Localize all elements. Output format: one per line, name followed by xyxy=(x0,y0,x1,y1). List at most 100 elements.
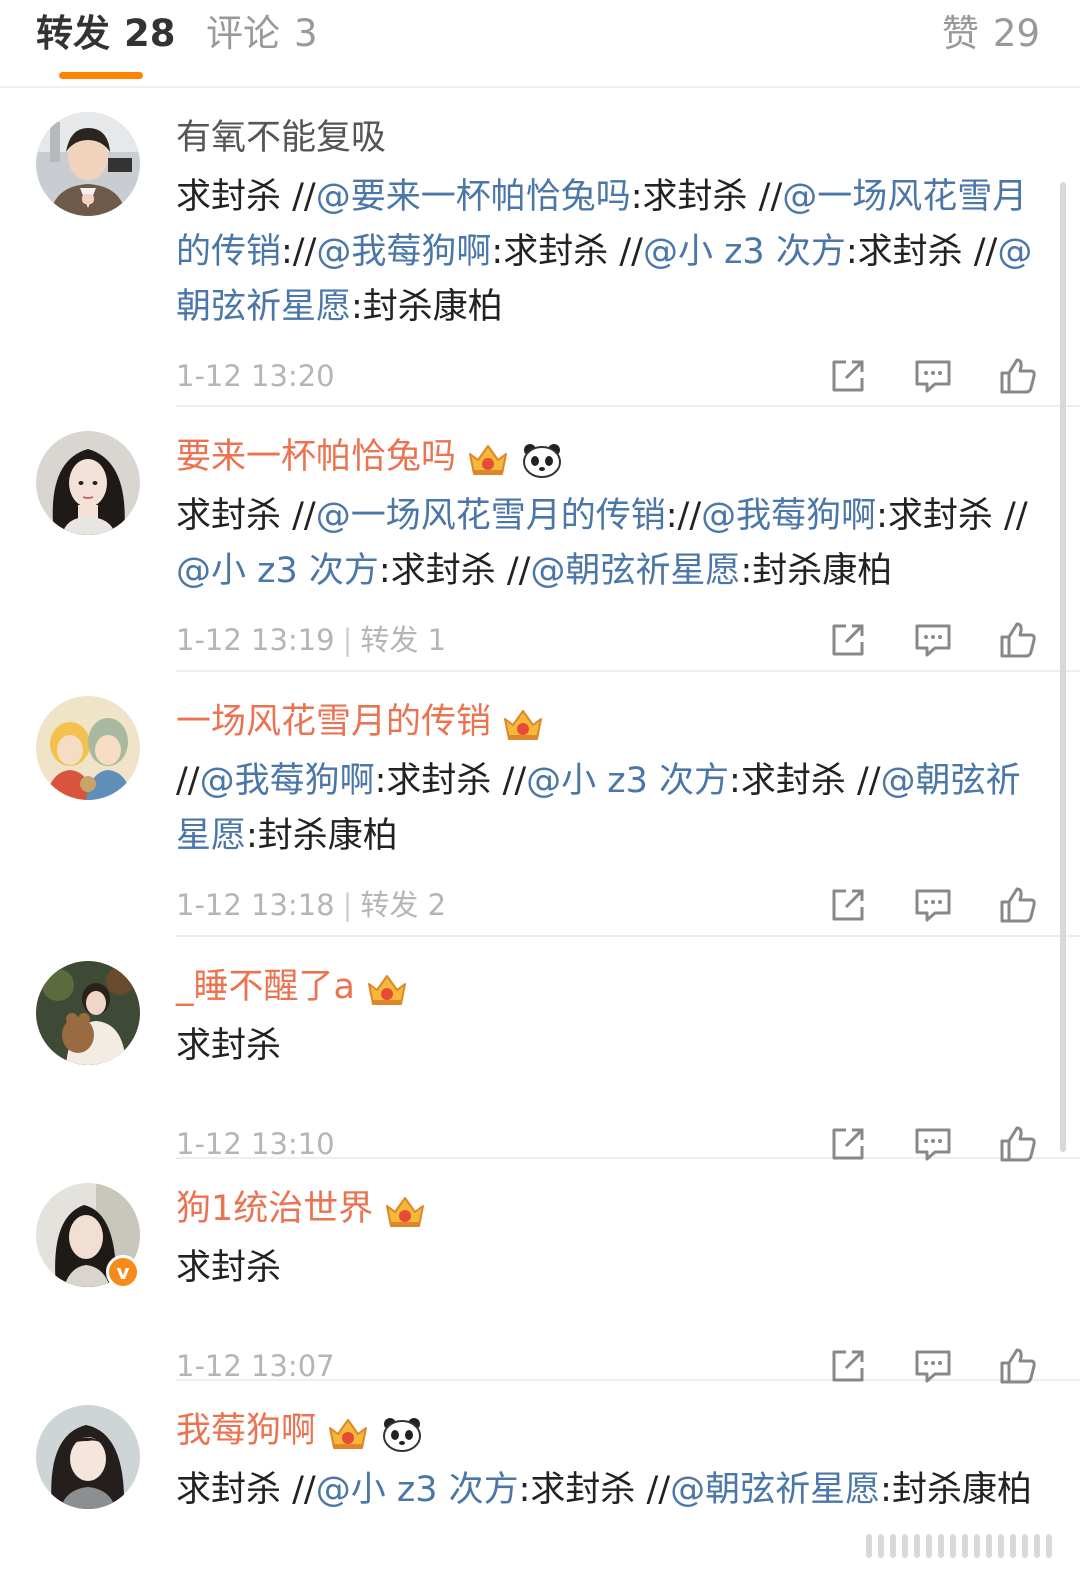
repost-text: :求封杀 // xyxy=(378,551,531,591)
user-name[interactable]: 我莓狗啊 xyxy=(176,1403,316,1459)
user-mention-link[interactable]: @一场风花雪月的传销 xyxy=(316,496,666,536)
like-icon[interactable] xyxy=(998,1124,1038,1164)
user-mention-link[interactable]: @我莓狗啊 xyxy=(200,761,375,801)
repost-text: :求封杀 // xyxy=(491,232,643,272)
name-row: 一场风花雪月的传销 xyxy=(176,694,1050,750)
repost-text: 求封杀 // xyxy=(176,1470,316,1510)
like-icon[interactable] xyxy=(998,620,1038,660)
comment-icon[interactable] xyxy=(913,1124,953,1164)
crown-badge-icon xyxy=(466,439,510,475)
repost-text: :封杀康柏 xyxy=(740,551,893,591)
share-icon[interactable] xyxy=(828,356,868,396)
user-mention-link[interactable]: @要来一杯帕恰兔吗 xyxy=(316,177,631,217)
repost-list[interactable]: 有氧不能复吸 求封杀 //@要来一杯帕恰兔吗:求封杀 //@一场风花雪月的传销:… xyxy=(0,88,1080,1576)
name-row: 要来一杯帕恰兔吗 xyxy=(176,429,1050,485)
active-tab-indicator xyxy=(59,72,143,79)
tab-like[interactable]: 赞 29 xyxy=(942,10,1040,58)
scrollbar[interactable] xyxy=(1060,182,1066,1152)
user-mention-link[interactable]: @朝弦祈星愿 xyxy=(530,551,740,591)
comment-icon[interactable] xyxy=(913,885,953,925)
crown-badge-icon xyxy=(365,969,409,1005)
repost-text: 求封杀 xyxy=(176,1026,282,1066)
repost-content: 求封杀 xyxy=(176,1019,1050,1074)
timestamp: 1-12 13:10 xyxy=(176,1127,335,1161)
tab-comment-label: 评论 xyxy=(206,12,280,55)
avatar[interactable] xyxy=(36,696,140,800)
comment-icon[interactable] xyxy=(913,356,953,396)
repost-text: :求封杀 // xyxy=(876,496,1028,536)
forward-count[interactable]: 转发 1 xyxy=(360,623,446,657)
repost-text: :求封杀 // xyxy=(374,761,527,801)
crown-badge-icon xyxy=(383,1191,427,1227)
forward-count[interactable]: 转发 2 xyxy=(360,888,446,922)
user-mention-link[interactable]: @我莓狗啊 xyxy=(701,496,876,536)
repost-text: 求封杀 xyxy=(176,1248,282,1288)
repost-content: 求封杀 xyxy=(176,1241,1050,1296)
meta-row: 1-12 13:19 | 转发 1 xyxy=(176,611,1050,669)
verified-badge-icon: v xyxy=(106,1255,140,1289)
timestamp: 1-12 13:07 xyxy=(176,1349,335,1383)
tab-forward-count: 28 xyxy=(124,12,176,55)
user-name[interactable]: _睡不醒了a xyxy=(176,959,355,1015)
user-mention-link[interactable]: @小 z3 次方 xyxy=(316,1470,519,1510)
name-row: 我莓狗啊 xyxy=(176,1403,1050,1459)
tab-comment[interactable]: 评论 3 xyxy=(206,10,318,58)
avatar[interactable] xyxy=(36,431,140,535)
name-row: 有氧不能复吸 xyxy=(176,110,1050,166)
repost-text: :封杀康柏 xyxy=(246,816,398,856)
tab-bar: 转发 28 评论 3 赞 29 xyxy=(0,0,1080,88)
repost-text: :封杀康柏 xyxy=(351,287,503,327)
user-name[interactable]: 一场风花雪月的传销 xyxy=(176,694,491,750)
tab-forward[interactable]: 转发 28 xyxy=(36,10,176,58)
like-icon[interactable] xyxy=(998,885,1038,925)
repost-content: 求封杀 //@一场风花雪月的传销://@我莓狗啊:求封杀 //@小 z3 次方:… xyxy=(176,489,1050,599)
user-mention-link[interactable]: @朝弦祈星愿 xyxy=(670,1470,880,1510)
avatar[interactable] xyxy=(36,112,140,216)
repost-text: // xyxy=(176,761,200,801)
crown-badge-icon xyxy=(501,704,545,740)
repost-text: :求封杀 // xyxy=(729,761,881,801)
like-icon[interactable] xyxy=(998,1346,1038,1386)
repost-text: :求封杀 // xyxy=(630,177,783,217)
user-mention-link[interactable]: @小 z3 次方 xyxy=(643,232,846,272)
action-bar xyxy=(783,347,1038,405)
panda-badge-icon xyxy=(520,439,564,478)
user-mention-link[interactable]: @小 z3 次方 xyxy=(176,551,379,591)
user-mention-link[interactable]: @小 z3 次方 xyxy=(526,761,729,801)
share-icon[interactable] xyxy=(828,885,868,925)
action-bar xyxy=(783,876,1038,934)
comment-icon[interactable] xyxy=(913,1346,953,1386)
panda-badge-icon xyxy=(380,1413,424,1452)
name-row: 狗1统治世界 xyxy=(176,1181,1050,1237)
meta-row: 1-12 13:18 | 转发 2 xyxy=(176,876,1050,934)
user-name[interactable]: 要来一杯帕恰兔吗 xyxy=(176,429,456,485)
repost-text: 求封杀 // xyxy=(176,177,316,217)
timestamp: 1-12 13:20 xyxy=(176,359,335,393)
repost-text: :求封杀 // xyxy=(845,232,998,272)
user-mention-link[interactable]: @我莓狗啊 xyxy=(316,232,491,272)
repost-text: 求封杀 // xyxy=(176,496,316,536)
meta-separator: | xyxy=(342,888,353,922)
avatar[interactable] xyxy=(36,1405,140,1509)
comment-icon[interactable] xyxy=(913,620,953,660)
list-item: _睡不醒了a 求封杀 1-12 13:10 xyxy=(0,937,1080,1162)
repost-text: :求封杀 // xyxy=(518,1470,671,1510)
user-name[interactable]: 狗1统治世界 xyxy=(176,1181,373,1237)
user-name[interactable]: 有氧不能复吸 xyxy=(176,110,386,166)
like-icon[interactable] xyxy=(998,356,1038,396)
timestamp: 1-12 13:18 xyxy=(176,888,335,922)
share-icon[interactable] xyxy=(828,620,868,660)
avatar[interactable] xyxy=(36,961,140,1065)
name-row: _睡不醒了a xyxy=(176,959,1050,1015)
meta-row: 1-12 13:20 xyxy=(176,347,1050,405)
action-bar xyxy=(783,611,1038,669)
meta-separator: | xyxy=(342,623,353,657)
repost-text: :// xyxy=(665,496,702,536)
share-icon[interactable] xyxy=(828,1124,868,1164)
share-icon[interactable] xyxy=(828,1346,868,1386)
repost-text: :// xyxy=(281,232,317,272)
list-item: 有氧不能复吸 求封杀 //@要来一杯帕恰兔吗:求封杀 //@一场风花雪月的传销:… xyxy=(0,88,1080,407)
list-item: 要来一杯帕恰兔吗 求封杀 //@一场风花雪月的传销://@我莓狗啊:求封杀 //… xyxy=(0,407,1080,672)
watermark-logo xyxy=(864,1528,1064,1562)
tab-like-label: 赞 xyxy=(941,12,979,55)
